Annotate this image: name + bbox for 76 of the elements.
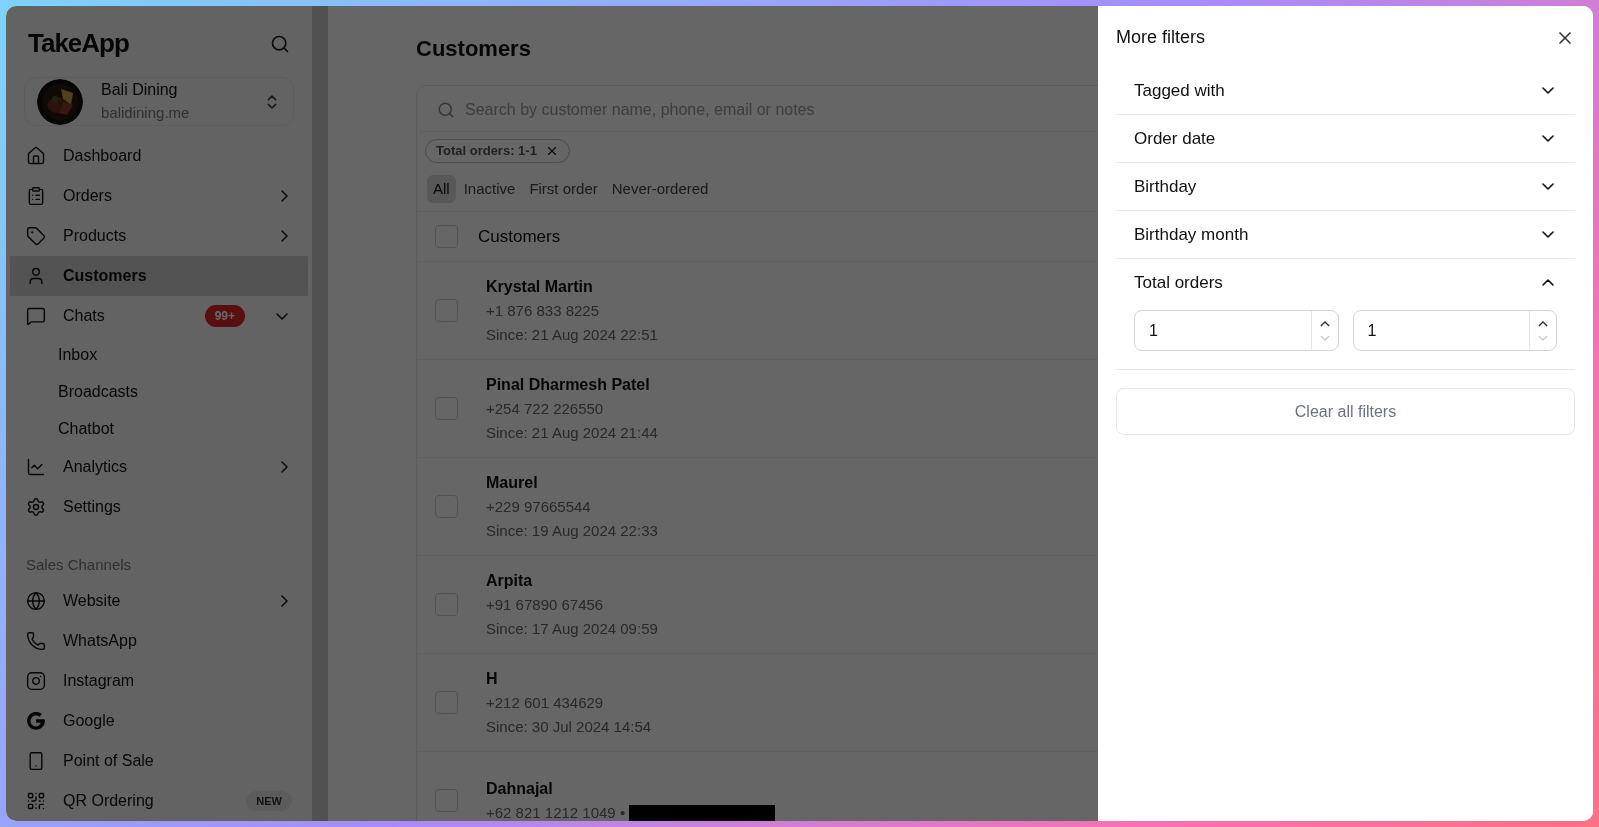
sidebar-item[interactable]: Chats 99+ (10, 296, 308, 336)
increment-icon[interactable] (1538, 320, 1548, 327)
chevron-down-icon (1542, 231, 1554, 238)
sidebar-item[interactable]: Analytics (10, 447, 308, 487)
customer-phone: +229 97665544 (486, 497, 591, 517)
person-icon (26, 266, 46, 286)
customer-phone: +62 821 1212 1049 • (486, 802, 626, 821)
tag-icon (26, 226, 46, 246)
decrement-icon[interactable] (1538, 334, 1548, 341)
customer-phone: +212 601 434629 (486, 693, 604, 713)
brand-logo: TakeApp (28, 27, 129, 60)
list-icon (26, 186, 46, 206)
chart-icon (26, 457, 46, 477)
customer-name: Arpita (486, 571, 534, 591)
customer-name: Dahnajal (486, 778, 554, 799)
search-icon[interactable] (270, 33, 290, 54)
sidebar-subitem[interactable]: Inbox (10, 336, 308, 373)
chevron-down-icon (1542, 183, 1554, 190)
store-name: Bali Dining (101, 80, 179, 101)
sidebar-subitem[interactable]: Broadcasts (10, 373, 308, 410)
sidebar-item[interactable]: Customers (10, 256, 308, 296)
camera-icon (26, 671, 46, 691)
phone-icon (26, 631, 46, 651)
customer-phone: +1 876 833 8225 (486, 301, 600, 321)
chevron-down-icon (1542, 135, 1554, 142)
sidebar-item[interactable]: Google (10, 701, 308, 741)
customer-since: Since: 17 Aug 2024 09:59 (486, 618, 658, 639)
increment-icon[interactable] (1319, 320, 1330, 327)
column-header: Customers (478, 225, 561, 248)
count-badge: 99+ (204, 305, 245, 327)
filter-section-header[interactable]: Birthday (1116, 163, 1575, 210)
customer-name: Pinal Dharmesh Patel (486, 375, 651, 395)
customer-since: Since: 21 Aug 2024 22:51 (486, 324, 658, 345)
customer-phone: +254 722 226550 (486, 399, 604, 419)
sidebar-item[interactable]: Website (10, 581, 308, 621)
qr-code-icon (26, 791, 46, 811)
chevron-up-icon (1542, 279, 1554, 286)
new-tag: NEW (246, 790, 292, 812)
filter-tab[interactable]: First order (523, 175, 604, 203)
chevron-down-icon (1542, 87, 1554, 94)
customer-name: Krystal Martin (486, 277, 594, 297)
sidebar-item[interactable]: Instagram (10, 661, 308, 701)
sidebar-item[interactable]: Products (10, 216, 308, 256)
customer-since: Since: 21 Aug 2024 21:44 (486, 422, 658, 443)
globe-icon (26, 591, 46, 611)
customer-since: Since: 30 Jul 2024 14:54 (486, 716, 652, 737)
sidebar-item[interactable]: Settings (10, 487, 308, 527)
settings-icon (26, 497, 46, 517)
sidebar-subitem[interactable]: Chatbot (10, 410, 308, 447)
sidebar-item[interactable]: QR Ordering NEW (10, 781, 308, 821)
customer-since: Since: 19 Aug 2024 22:33 (486, 520, 658, 541)
filter-tab[interactable]: Inactive (457, 175, 522, 203)
filter-section-header[interactable]: Tagged with (1116, 67, 1575, 114)
smartphone-icon (26, 751, 46, 771)
filter-section-header[interactable]: Total orders (1116, 259, 1575, 306)
filter-tab[interactable]: All (427, 175, 456, 203)
number-field[interactable]: 1 (1352, 310, 1557, 351)
letter-g-icon (26, 711, 46, 731)
sidebar-item[interactable]: WhatsApp (10, 621, 308, 661)
customer-name: Maurel (486, 473, 539, 493)
clear-filters-button[interactable]: Clear all filters (1116, 388, 1575, 435)
drawer-title: More filters (1116, 26, 1205, 49)
number-field[interactable]: 1 (1134, 310, 1339, 351)
sidebar-item[interactable]: Orders (10, 176, 308, 216)
decrement-icon[interactable] (1319, 334, 1330, 341)
customer-name: H (486, 669, 499, 689)
chat-icon (26, 306, 46, 326)
page-title: Customers (416, 35, 531, 63)
customer-phone: +91 67890 67456 (486, 595, 604, 615)
filter-section-header[interactable]: Birthday month (1116, 211, 1575, 258)
sidebar-item[interactable]: Dashboard (10, 136, 308, 176)
sidebar-item[interactable]: Point of Sale (10, 741, 308, 781)
filter-tab[interactable]: Never-ordered (605, 175, 715, 203)
filter-section-header[interactable]: Order date (1116, 115, 1575, 162)
home-icon (26, 146, 46, 166)
search-icon (437, 100, 455, 119)
